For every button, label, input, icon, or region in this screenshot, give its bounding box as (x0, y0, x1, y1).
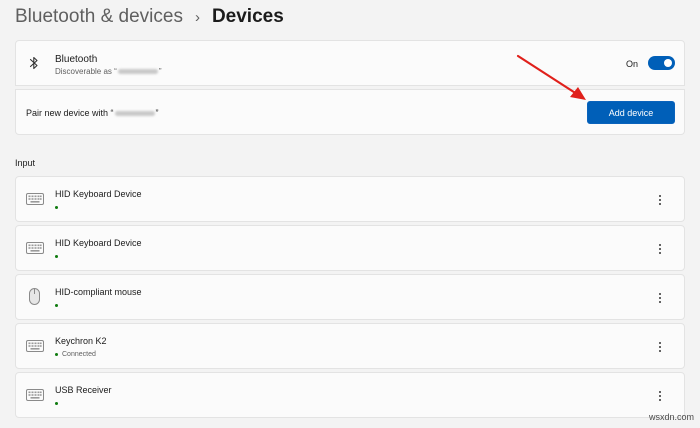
status-dot (55, 205, 58, 209)
keyboard-icon (26, 389, 44, 401)
device-name: USB Receiver (55, 385, 112, 395)
device-name: HID-compliant mouse (55, 287, 142, 297)
add-device-button[interactable]: Add device (587, 101, 675, 124)
bluetooth-icon (29, 56, 38, 70)
annotation-arrow-icon (516, 54, 586, 100)
more-options-icon[interactable] (652, 239, 668, 259)
device-status (55, 301, 62, 309)
redacted-device-name (117, 69, 158, 75)
breadcrumb: Bluetooth & devices › Devices (15, 4, 284, 30)
bluetooth-discoverable-text: Discoverable as “” (55, 67, 162, 76)
bluetooth-toggle-label: On (626, 59, 639, 69)
status-dot (55, 352, 58, 356)
more-options-icon[interactable] (652, 386, 668, 406)
redacted-device-name (114, 111, 155, 117)
device-status (55, 399, 62, 407)
status-dot (55, 401, 58, 405)
device-row[interactable]: HID Keyboard Device (15, 225, 685, 271)
device-row[interactable]: HID-compliant mouse (15, 274, 685, 320)
bluetooth-title: Bluetooth (55, 54, 98, 65)
device-row[interactable]: USB Receiver (15, 372, 685, 418)
more-options-icon[interactable] (652, 337, 668, 357)
keyboard-icon (26, 242, 44, 254)
bluetooth-toggle[interactable] (648, 56, 675, 70)
device-status (55, 252, 62, 260)
mouse-icon (29, 288, 40, 305)
more-options-icon[interactable] (652, 190, 668, 210)
device-status: Connected (55, 350, 96, 358)
keyboard-icon (26, 193, 44, 205)
status-dot (55, 254, 58, 258)
toggle-knob (664, 59, 672, 67)
device-row[interactable]: HID Keyboard Device (15, 176, 685, 222)
pair-new-device-text: Pair new device with “” (26, 108, 159, 118)
device-status-text: Connected (62, 350, 96, 358)
breadcrumb-parent-link[interactable]: Bluetooth & devices (15, 6, 183, 28)
more-options-icon[interactable] (652, 288, 668, 308)
watermark: wsxdn.com (648, 412, 694, 422)
device-status (55, 203, 62, 211)
status-dot (55, 303, 58, 307)
device-name: HID Keyboard Device (55, 238, 142, 248)
page-title: Devices (211, 6, 284, 27)
breadcrumb-separator: › (194, 8, 200, 26)
keyboard-icon (26, 340, 44, 352)
input-section-label: Input (15, 158, 36, 168)
device-row[interactable]: Keychron K2 Connected (15, 323, 685, 369)
device-name: HID Keyboard Device (55, 189, 142, 199)
device-name: Keychron K2 (55, 336, 107, 346)
